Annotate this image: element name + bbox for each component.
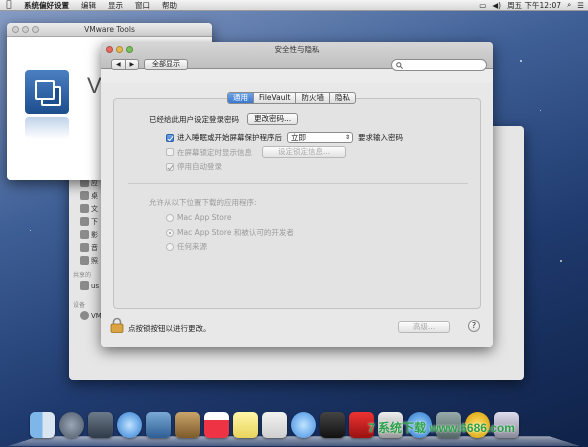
contacts-icon[interactable]	[175, 412, 200, 438]
star	[560, 260, 562, 262]
select-arrows-icon: ⇕	[344, 134, 350, 141]
search-icon	[396, 61, 404, 69]
require-password-row: 进入睡眠或开始屏幕保护程序后 立即 ⇕ 要求输入密码	[166, 132, 403, 143]
facetime-icon[interactable]	[320, 412, 345, 438]
volume-icon[interactable]: ◀)	[492, 1, 501, 10]
documents-icon	[80, 204, 89, 213]
minimize-button[interactable]	[22, 26, 29, 33]
content-area: 通用 FileVault 防火墙 隐私 已经给此用户设定登录密码 更改密码...…	[101, 83, 493, 347]
require-password-suffix: 要求输入密码	[358, 133, 403, 142]
star	[520, 60, 522, 62]
notes-icon[interactable]	[233, 412, 258, 438]
help-button[interactable]: ?	[468, 320, 480, 332]
nav-buttons: ◀ ▶	[111, 59, 139, 70]
disk-icon	[80, 311, 89, 320]
radio-button[interactable]	[166, 213, 174, 222]
tab-general[interactable]: 通用	[228, 93, 253, 103]
section-divider	[128, 183, 468, 184]
lock-message-checkbox[interactable]	[166, 148, 174, 156]
star	[30, 230, 31, 231]
lock-message: 点按锁按钮以进行更改。	[128, 324, 211, 333]
vmware-heading: V	[87, 73, 102, 98]
logo-reflection	[25, 117, 69, 139]
require-password-select[interactable]: 立即 ⇕	[287, 132, 353, 143]
toolbar: 安全性与隐私 ◀ ▶ 全部显示	[101, 42, 493, 71]
change-password-button[interactable]: 更改密码...	[247, 113, 299, 125]
notification-icon[interactable]: ☰	[577, 1, 584, 10]
download-option-selected[interactable]: Mac App Store 和被认可的开发者	[166, 227, 294, 238]
screen-icon[interactable]: ▭	[479, 1, 486, 10]
finder-icon[interactable]	[30, 412, 55, 438]
mail-icon[interactable]	[146, 412, 171, 438]
desktop-icon	[80, 191, 89, 200]
autologin-row: 停用自动登录	[166, 161, 222, 172]
lock-icon[interactable]	[110, 317, 124, 333]
safari-icon[interactable]	[117, 412, 142, 438]
radio-button[interactable]	[166, 228, 174, 237]
minimize-button[interactable]	[116, 45, 123, 53]
close-button[interactable]	[106, 45, 113, 53]
window-title: 安全性与隐私	[274, 44, 320, 54]
watermark: 7 系统下载 www.6686.com	[368, 421, 515, 435]
require-password-checkbox[interactable]	[166, 133, 174, 142]
close-button[interactable]	[12, 26, 19, 33]
bottom-bar: 点按锁按钮以进行更改。 高级... ?	[101, 309, 493, 347]
menu-app[interactable]: 系统偏好设置	[18, 0, 75, 11]
tab-filevault[interactable]: FileVault	[253, 93, 295, 103]
tab-bar: 通用 FileVault 防火墙 隐私	[227, 92, 356, 104]
general-panel: 已经给此用户设定登录密码 更改密码... 进入睡眠或开始屏幕保护程序后 立即 ⇕ …	[113, 98, 481, 309]
titlebar[interactable]: 安全性与隐私	[101, 42, 493, 56]
launchpad-icon[interactable]	[59, 412, 84, 438]
disable-autologin-checkbox[interactable]	[166, 162, 174, 171]
spotlight-icon[interactable]: ⌕	[567, 0, 571, 10]
zoom-button[interactable]	[126, 45, 133, 53]
menu-view[interactable]: 显示	[102, 0, 129, 11]
password-row: 已经给此用户设定登录密码 更改密码...	[149, 113, 299, 125]
apple-icon[interactable]: 	[0, 0, 18, 10]
radio-button[interactable]	[166, 242, 174, 251]
lock-message-row: 在屏幕锁定时显示信息 设定锁定信息...	[166, 146, 347, 158]
mission-control-icon[interactable]	[88, 412, 113, 438]
messages-icon[interactable]	[291, 412, 316, 438]
menu-edit[interactable]: 编辑	[75, 0, 102, 11]
password-set-label: 已经给此用户设定登录密码	[149, 114, 239, 124]
vmware-logo-icon	[25, 70, 69, 114]
music-icon	[80, 243, 89, 252]
advanced-button[interactable]: 高级...	[398, 321, 451, 333]
pictures-icon	[80, 256, 89, 265]
search-field[interactable]	[391, 59, 487, 71]
tab-firewall[interactable]: 防火墙	[295, 93, 329, 103]
security-privacy-window: 安全性与隐私 ◀ ▶ 全部显示 通用 FileVault 防火墙 隐私 已经给此…	[101, 42, 493, 347]
clock[interactable]: 周五 下午12:07	[507, 0, 561, 11]
zoom-button[interactable]	[32, 26, 39, 33]
menu-window[interactable]: 窗口	[129, 0, 156, 11]
reminders-icon[interactable]	[262, 412, 287, 438]
disable-autologin-label: 停用自动登录	[177, 162, 222, 171]
back-button[interactable]: ◀	[112, 60, 125, 69]
menu-bar:  系统偏好设置 编辑 显示 窗口 帮助 ▭ ◀) 周五 下午12:07 ⌕ ☰	[0, 0, 588, 11]
show-all-button[interactable]: 全部显示	[144, 59, 188, 70]
download-option[interactable]: Mac App Store	[166, 213, 231, 222]
movies-icon	[80, 230, 89, 239]
download-option[interactable]: 任何来源	[166, 241, 207, 252]
tab-privacy[interactable]: 隐私	[328, 93, 355, 103]
star	[540, 110, 541, 111]
downloads-icon	[80, 217, 89, 226]
computer-icon	[80, 281, 89, 290]
require-password-label: 进入睡眠或开始屏幕保护程序后	[177, 133, 282, 142]
menu-help[interactable]: 帮助	[156, 0, 183, 11]
lock-message-label: 在屏幕锁定时显示信息	[177, 147, 252, 157]
vmware-titlebar[interactable]: VMware Tools	[7, 23, 212, 37]
calendar-icon[interactable]	[204, 412, 229, 438]
set-lock-message-button[interactable]: 设定锁定信息...	[262, 146, 347, 158]
forward-button[interactable]: ▶	[124, 60, 139, 69]
download-header: 允许从以下位置下载的应用程序:	[149, 198, 257, 207]
